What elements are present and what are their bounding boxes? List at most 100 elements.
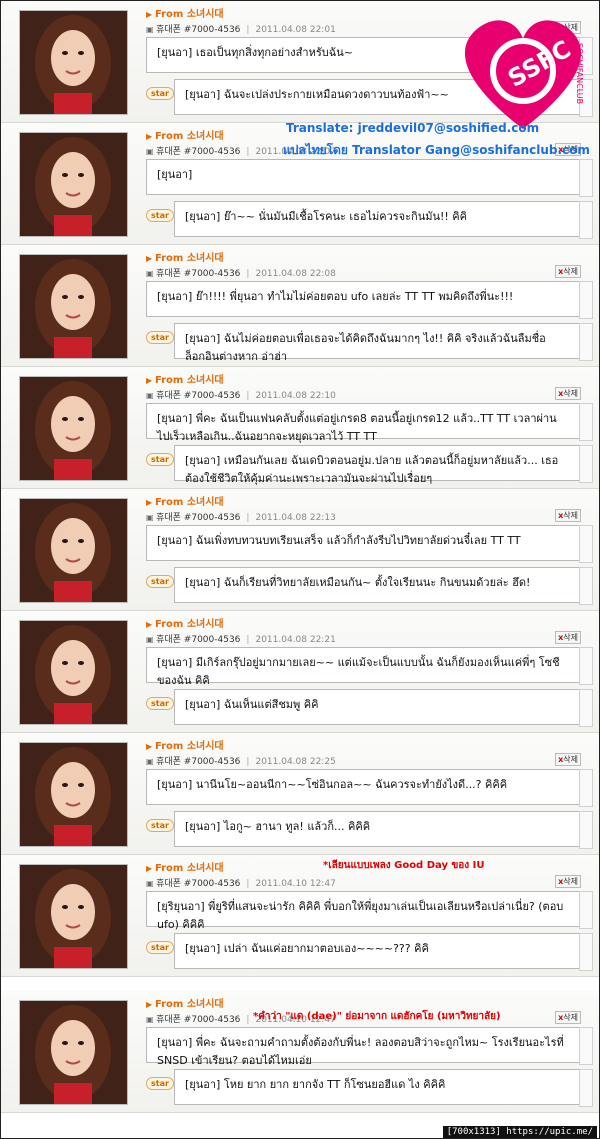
star-badge: star — [146, 941, 174, 954]
comment-scrollbar[interactable] — [579, 891, 593, 929]
profile-photo — [19, 376, 128, 481]
star-badge: star — [146, 209, 174, 222]
star-badge: star — [146, 87, 174, 100]
phone-number: 휴대폰 #7000-4536 — [156, 25, 241, 35]
reply-text: [ยุนอา] เปล่า ฉันแค่อยากมาตอบเอง~~~~??? … — [174, 933, 580, 969]
star-badge: star — [146, 575, 174, 588]
profile-photo — [19, 742, 128, 847]
comment-scrollbar[interactable] — [579, 159, 593, 197]
reply-text: [ยุนอา] ไอกู~ ฮานา ทูล! แล้วก็... คิคิคิ — [174, 811, 580, 847]
comment-date: 2011.04.08 22:01 — [255, 25, 336, 35]
screenshot-frame: ▶ From 소녀시대 ▣ 휴대폰 #7000-4536 | 2011.04.08 … — [0, 0, 600, 1139]
image-size-footer: [700x1313] https://upic.me/ — [442, 1126, 597, 1138]
star-badge: star — [146, 697, 174, 710]
reply-text: [ยุนอา] ฉันเห็นแต่สีชมพู คิคิ — [174, 689, 580, 725]
delete-button[interactable]: x삭제 — [555, 631, 581, 644]
from-label: ▶ From 소녀시대 — [146, 619, 224, 630]
comment-meta: ▣ 휴대폰 #7000-4536 | 2011.04.08 22:01 — [146, 25, 336, 35]
comment-scrollbar[interactable] — [579, 403, 593, 441]
phone-number: 휴대폰 #7000-4536 — [156, 147, 241, 157]
reply-scrollbar[interactable] — [579, 201, 593, 239]
from-label: ▶ From 소녀시대 — [146, 375, 224, 386]
delete-button[interactable]: x삭제 — [555, 387, 581, 400]
comment-block: ▶ From 소녀시대 ▣ 휴대폰 #7000-4536 | 2011.04.08 … — [1, 245, 599, 367]
from-label: ▶ From 소녀시대 — [146, 741, 224, 752]
comment-text: [ยุนอา] ย๊า!!!! พี่ยุนอา ทำไมไม่ค่อยตอบ … — [146, 281, 580, 317]
comment-date: 2011.04.08 22:25 — [255, 757, 336, 767]
reply-scrollbar[interactable] — [579, 445, 593, 483]
star-badge: star — [146, 1077, 174, 1090]
reply-text: [ยุนอา] ย๊า~~ นั่นมันมีเชื้อโรคนะ เธอไม่… — [174, 201, 580, 237]
comment-text: [ยุริยุนอา] พี่ยูริที่แสนจะน่ารัก คิคิคิ… — [146, 891, 580, 931]
reply-text: [ยุนอา] เหมือนกันเลย ฉันเดบิวตอนอยู่ม.ปล… — [174, 445, 580, 485]
from-label: ▶ From 소녀시대 — [146, 253, 224, 264]
translator-credit: Translate: jreddevil07@soshified.com — [286, 121, 540, 135]
comment-scrollbar[interactable] — [579, 525, 593, 563]
phone-number: 휴대폰 #7000-4536 — [156, 269, 241, 279]
comment-block: ▶ From 소녀시대 ▣ 휴대폰 #7000-4536 | 2011.04.08 … — [1, 489, 599, 611]
from-label: ▶ From 소녀시대 — [146, 9, 224, 20]
phone-number: 휴대폰 #7000-4536 — [156, 757, 241, 767]
star-badge: star — [146, 331, 174, 344]
comment-block: ▶ From 소녀시대 ▣ 휴대폰 #7000-4536 | 2011.04.10 … — [1, 855, 599, 977]
comment-date: 2011.04.10 12:47 — [255, 879, 336, 889]
comment-date: 2011.04.08 22:13 — [255, 513, 336, 523]
comment-text: [ยุนอา] นานีนโย~ออนนีกา~~โซ่อินกอล~~ ฉัน… — [146, 769, 580, 805]
comment-date: 2011.04.08 22:21 — [255, 635, 336, 645]
delete-button[interactable]: x삭제 — [555, 265, 581, 278]
from-label: ▶ From 소녀시대 — [146, 497, 224, 508]
translator-credit-thai: แปลไทยโดย Translator Gang@soshifanclub.c… — [283, 143, 590, 157]
reply-scrollbar[interactable] — [579, 689, 593, 727]
comment-text: [ยุนอา] พี่คะ ฉันเป็นแฟนคลับตั้งแต่อยู่เ… — [146, 403, 580, 443]
comment-text: [ยุนอา] พี่คะ ฉันจะถามคำถามตั้งต้องกับพี… — [146, 1027, 580, 1067]
comment-scrollbar[interactable] — [579, 647, 593, 685]
ssfc-heart-logo: SSFC SOSHIFANCLUB — [464, 20, 584, 129]
profile-photo — [19, 10, 128, 115]
comment-text: [ยุนอา] มีเกิร์ลกรุ๊ปอยู่มากมายเลย~~ แต่… — [146, 647, 580, 687]
phone-number: 휴대폰 #7000-4536 — [156, 391, 241, 401]
phone-number: 휴대폰 #7000-4536 — [156, 879, 241, 889]
star-badge: star — [146, 819, 174, 832]
comment-meta: ▣ 휴대폰 #7000-4536 | 2011.04.08 22:13 — [146, 513, 336, 523]
dae-note: *คำว่า "แด (dae)" ย่อมาจาก แดฮักคโย (มหา… — [253, 1011, 501, 1022]
profile-photo — [19, 498, 128, 603]
comment-meta: ▣ 휴대폰 #7000-4536 | 2011.04.08 22:21 — [146, 635, 336, 645]
reply-text: [ยุนอา] ฉันก็เรียนที่วิทยาลัยเหมือนกัน~ … — [174, 567, 580, 603]
comment-block: ▶ From 소녀시대 ▣ 휴대폰 #7000-4536 | 2011.04.08 … — [1, 733, 599, 855]
profile-photo — [19, 254, 128, 359]
comment-meta: ▣ 휴대폰 #7000-4536 | 2011.04.08 22:25 — [146, 757, 336, 767]
song-note: *เลียนแบบเพลง Good Day ของ IU — [323, 860, 485, 871]
comment-block: ▶ From 소녀시대 ▣ 휴대폰 #7000-4536 | 2011.04.08 … — [1, 367, 599, 489]
comment-meta: ▣ 휴대폰 #7000-4536 | 2011.04.08 22:08 — [146, 269, 336, 279]
star-badge: star — [146, 453, 174, 466]
reply-scrollbar[interactable] — [579, 933, 593, 971]
reply-text: [ยุนอา] โหย ยาก ยาก ยากจัง TT ก็โซนยอฮีแ… — [174, 1069, 580, 1105]
phone-number: 휴대폰 #7000-4536 — [156, 1015, 241, 1025]
comment-scrollbar[interactable] — [579, 281, 593, 319]
reply-text: [ยุนอา] ฉันไม่ค่อยตอบเพื่อเธอจะได้คิดถึง… — [174, 323, 580, 363]
delete-button[interactable]: x삭제 — [555, 875, 581, 888]
profile-photo — [19, 1000, 128, 1105]
comment-scrollbar[interactable] — [579, 1027, 593, 1065]
delete-button[interactable]: x삭제 — [555, 753, 581, 766]
profile-photo — [19, 864, 128, 969]
profile-photo — [19, 620, 128, 725]
phone-number: 휴대폰 #7000-4536 — [156, 513, 241, 523]
comment-date: 2011.04.08 22:10 — [255, 391, 336, 401]
phone-number: 휴대폰 #7000-4536 — [156, 635, 241, 645]
reply-scrollbar[interactable] — [579, 323, 593, 361]
comment-text: [ยุนอา] — [146, 159, 580, 195]
comment-block: ▶ From 소녀시대 ▣ 휴대폰 #7000-4536 | 2011.04.08 … — [1, 611, 599, 733]
from-label: ▶ From 소녀시대 — [146, 999, 224, 1010]
from-label: ▶ From 소녀시대 — [146, 131, 224, 142]
logo-subtext: SOSHIFANCLUB — [575, 43, 584, 104]
comment-date: 2011.04.08 22:08 — [255, 269, 336, 279]
comment-scrollbar[interactable] — [579, 769, 593, 807]
delete-button[interactable]: x삭제 — [555, 1011, 581, 1024]
reply-scrollbar[interactable] — [579, 811, 593, 849]
reply-scrollbar[interactable] — [579, 1069, 593, 1107]
delete-button[interactable]: x삭제 — [555, 509, 581, 522]
reply-scrollbar[interactable] — [579, 567, 593, 605]
comment-meta: ▣ 휴대폰 #7000-4536 | 2011.04.08 22:10 — [146, 391, 336, 401]
from-label: ▶ From 소녀시대 — [146, 863, 224, 874]
